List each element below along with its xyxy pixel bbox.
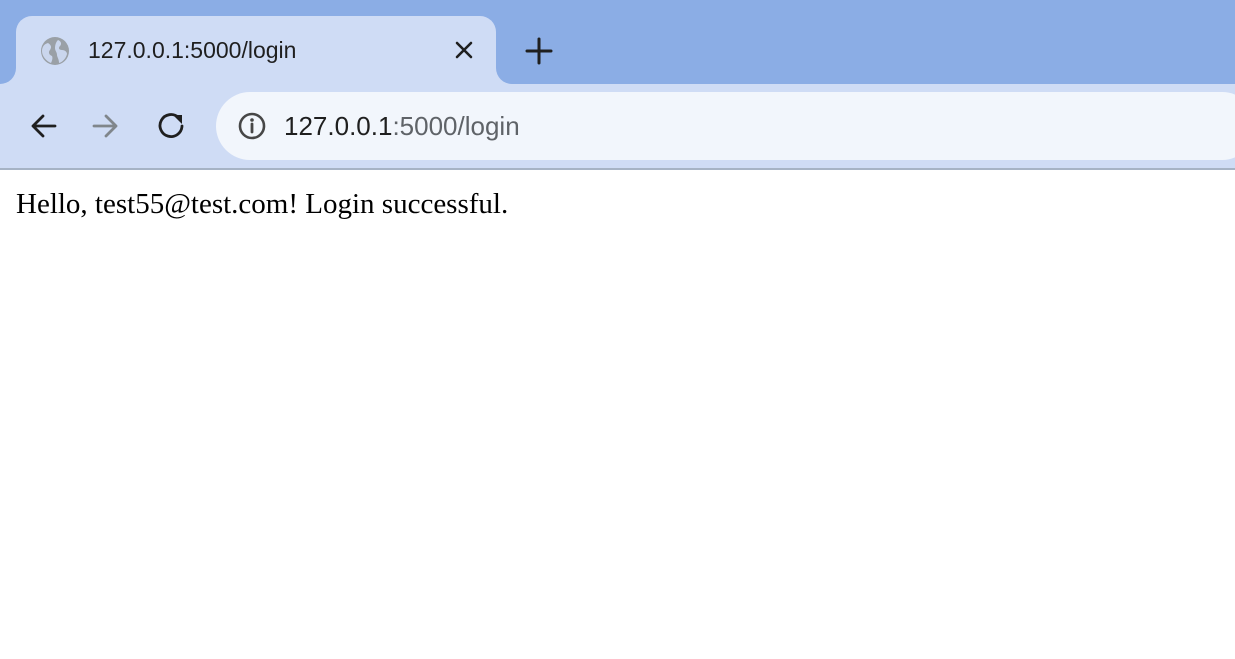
forward-arrow-icon[interactable] (88, 106, 128, 146)
login-success-message: Hello, test55@test.com! Login successful… (16, 188, 509, 220)
tab-right-curve (496, 68, 512, 84)
globe-icon (40, 36, 70, 66)
new-tab-plus-icon[interactable] (522, 34, 556, 68)
active-tab[interactable]: 127.0.0.1:5000/login (0, 16, 512, 84)
toolbar-divider (0, 168, 1235, 170)
url-host: 127.0.0.1 (284, 111, 393, 141)
site-info-icon[interactable] (236, 110, 268, 142)
url-text[interactable]: 127.0.0.1:5000/login (284, 109, 520, 143)
browser-toolbar: 127.0.0.1:5000/login (0, 84, 1235, 168)
url-path: :5000/login (392, 111, 520, 141)
reload-icon[interactable] (152, 106, 192, 146)
tab-strip: 127.0.0.1:5000/login (0, 0, 1235, 84)
close-tab-icon[interactable] (450, 36, 478, 64)
tab-title: 127.0.0.1:5000/login (88, 37, 297, 63)
back-arrow-icon[interactable] (24, 106, 64, 146)
address-bar[interactable]: 127.0.0.1:5000/login (216, 92, 1235, 160)
tab-left-curve (0, 68, 16, 84)
